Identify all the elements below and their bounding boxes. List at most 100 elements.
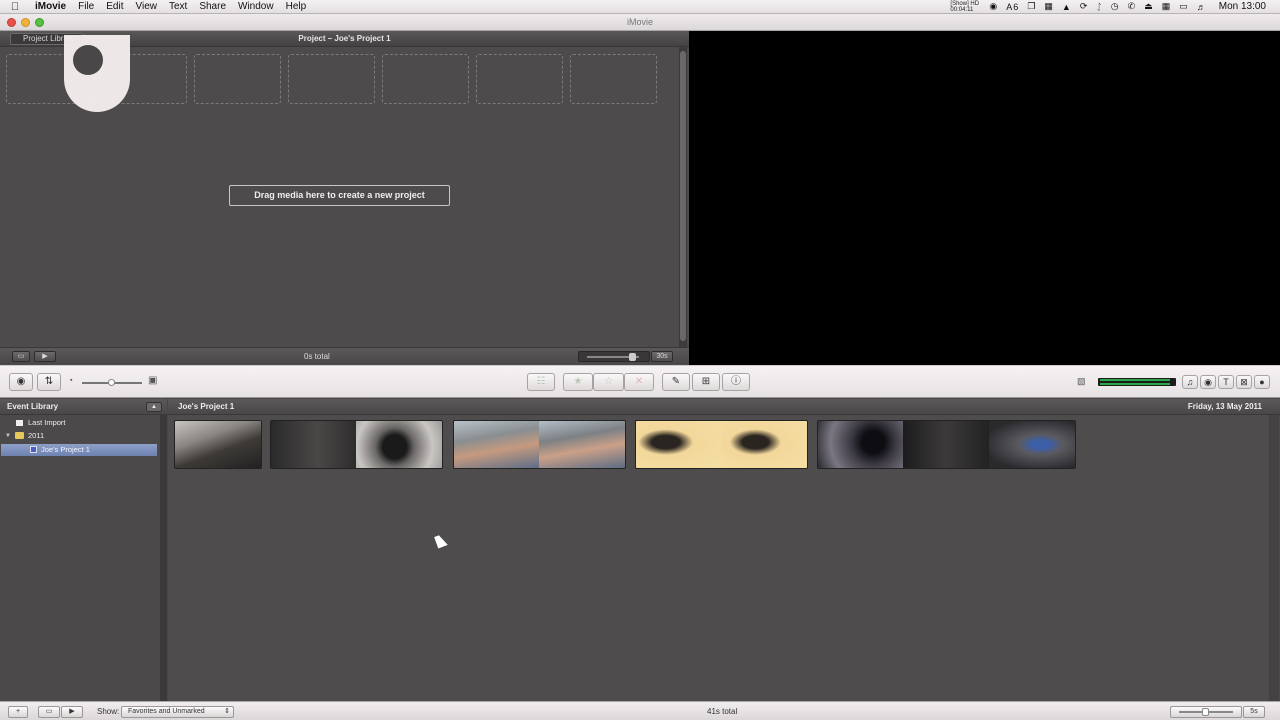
- play-icon: ▶: [69, 708, 75, 715]
- thumbnail-slider-thumb[interactable]: [108, 379, 115, 386]
- phone-icon[interactable]: ✆: [1128, 1, 1136, 12]
- play-event-button[interactable]: ▶: [61, 706, 83, 718]
- add-to-project-button[interactable]: ☷: [527, 373, 555, 391]
- menu-help[interactable]: Help: [281, 0, 314, 14]
- mark-favorite-button[interactable]: ★: [563, 373, 593, 391]
- clip-frame: [818, 421, 904, 468]
- show-filter-value: Favorites and Unmarked: [128, 708, 205, 715]
- event-star-icon: [30, 446, 37, 453]
- event-library-header: Event Library ▲: [0, 399, 167, 415]
- crop-button[interactable]: ⊞: [692, 373, 720, 391]
- main-toolbar: ◉ ⇅ ▪ ▣ ☷ ★ ☆ ✕ ✎ ⊞ ⓘ ▧ ♫ ◉ T ⊠ ●: [0, 365, 1280, 398]
- volume-icon[interactable]: ♬: [1197, 2, 1206, 12]
- menu-share[interactable]: Share: [194, 0, 233, 14]
- project-drop-slot[interactable]: [288, 54, 375, 104]
- window-title: iMovie: [626, 17, 653, 27]
- new-event-button[interactable]: +: [8, 706, 28, 718]
- clip-frame: [988, 421, 1075, 468]
- level-bar-left: [1100, 379, 1170, 381]
- close-window-button[interactable]: [7, 18, 16, 27]
- clip-mixing-desk[interactable]: [174, 420, 262, 469]
- hide-event-library-button[interactable]: ▲: [146, 402, 162, 412]
- grid-icon[interactable]: ▦: [1162, 1, 1171, 12]
- project-drop-slot[interactable]: [476, 54, 563, 104]
- dropbox-icon[interactable]: ▦: [1044, 1, 1053, 12]
- transitions-browser-button[interactable]: ⊠: [1236, 375, 1252, 389]
- menu-file[interactable]: File: [73, 0, 101, 14]
- sync-icon[interactable]: ◉: [989, 1, 997, 12]
- bluetooth-icon[interactable]: ᛇ: [1096, 2, 1101, 12]
- screen-recorder-status[interactable]: [Show] HD 00:04:11: [950, 1, 980, 13]
- display-icon[interactable]: ▭: [1179, 1, 1188, 12]
- music-browser-button[interactable]: ♫: [1182, 375, 1198, 389]
- menu-view[interactable]: View: [130, 0, 164, 14]
- swap-events-projects-button[interactable]: ⇅: [37, 373, 61, 391]
- clip-card-reader[interactable]: [635, 420, 808, 469]
- clip-frame: [539, 421, 625, 468]
- reject-button[interactable]: ✕: [624, 373, 654, 391]
- project-drop-slot[interactable]: [194, 54, 281, 104]
- evernote-icon[interactable]: ▲: [1062, 2, 1071, 12]
- project-drop-slot[interactable]: [570, 54, 657, 104]
- event-item-label: Joe's Project 1: [41, 445, 90, 454]
- clip-studio[interactable]: [817, 420, 1076, 469]
- eject-icon[interactable]: ⏏: [1144, 1, 1153, 12]
- bottom-bar: + ▭ ▶ Show: Favorites and Unmarked ⇕ 41s…: [0, 701, 1280, 720]
- fullscreen-play-icon: ▭: [45, 708, 53, 715]
- project-drop-slot[interactable]: [382, 54, 469, 104]
- maps-backgrounds-button[interactable]: ●: [1254, 375, 1270, 389]
- show-filter-select[interactable]: Favorites and Unmarked ⇕: [121, 706, 234, 718]
- pen-icon: ✎: [671, 376, 681, 387]
- audio-level-meter: [1098, 378, 1176, 386]
- menu-text[interactable]: Text: [164, 0, 194, 14]
- level-bar-right: [1100, 383, 1170, 385]
- titles-browser-button[interactable]: T: [1218, 375, 1234, 389]
- select-arrows-icon: ⇕: [224, 708, 230, 715]
- apple-menu-icon[interactable]: : [0, 1, 30, 13]
- viewer[interactable]: [689, 31, 1280, 365]
- time-machine-icon[interactable]: ◷: [1111, 1, 1119, 12]
- project-scrollbar[interactable]: [679, 47, 687, 347]
- project-scroll-thumb[interactable]: [680, 51, 686, 341]
- drag-media-hint: Drag media here to create a new project: [229, 185, 450, 206]
- large-thumbnail-icon: ▣: [148, 375, 158, 386]
- play-event-fullscreen-button[interactable]: ▭: [38, 706, 60, 718]
- photo-browser-button[interactable]: ◉: [1200, 375, 1216, 389]
- clip-camcorder[interactable]: [270, 420, 443, 469]
- event-zoom-slider[interactable]: [1170, 706, 1242, 718]
- project-zoom-slider[interactable]: [578, 351, 650, 362]
- camera-import-button[interactable]: ◉: [9, 373, 33, 391]
- project-zoom-label: 30s: [651, 351, 673, 362]
- inspector-button[interactable]: ⓘ: [722, 373, 750, 391]
- event-item-last-import[interactable]: Last Import: [0, 417, 158, 429]
- menu-app[interactable]: iMovie: [30, 0, 73, 14]
- windows-icon[interactable]: ❐: [1027, 1, 1035, 12]
- folder-icon: [15, 432, 24, 439]
- disclosure-triangle-icon[interactable]: ▼: [5, 430, 11, 442]
- minimize-window-button[interactable]: [21, 18, 30, 27]
- adobe-icon[interactable]: A: [1006, 2, 1012, 12]
- menu-edit[interactable]: Edit: [101, 0, 130, 14]
- clip-camera-hands[interactable]: [453, 420, 626, 469]
- event-item-joes-project[interactable]: Joe's Project 1: [1, 444, 157, 456]
- event-browser-scrollbar[interactable]: [1269, 415, 1279, 701]
- zoom-window-button[interactable]: [35, 18, 44, 27]
- add-clip-icon: ☷: [536, 376, 546, 387]
- play-fullscreen-button[interactable]: ▭: [12, 351, 30, 362]
- menu-bar:  iMovie File Edit View Text Share Windo…: [0, 0, 1280, 14]
- camera-icon: ◉: [16, 376, 26, 387]
- logo-dot: [73, 45, 103, 75]
- unmark-button[interactable]: ☆: [593, 373, 624, 391]
- menu-window[interactable]: Window: [233, 0, 281, 14]
- event-folder-2011[interactable]: ▼ 2011: [0, 430, 158, 442]
- slider-thumb[interactable]: [629, 353, 636, 361]
- menu-clock[interactable]: Mon 13:00: [1219, 1, 1266, 12]
- voiceover-button[interactable]: ✎: [662, 373, 690, 391]
- thumbnail-size-slider[interactable]: [82, 379, 142, 386]
- event-library-scrollbar[interactable]: [160, 415, 167, 701]
- audio-skimming-icon[interactable]: ▧: [1077, 376, 1086, 387]
- refresh-icon[interactable]: ⟳: [1080, 1, 1088, 12]
- clip-frame: [454, 421, 539, 468]
- slider-thumb[interactable]: [1202, 708, 1209, 716]
- play-project-button[interactable]: ▶: [34, 351, 56, 362]
